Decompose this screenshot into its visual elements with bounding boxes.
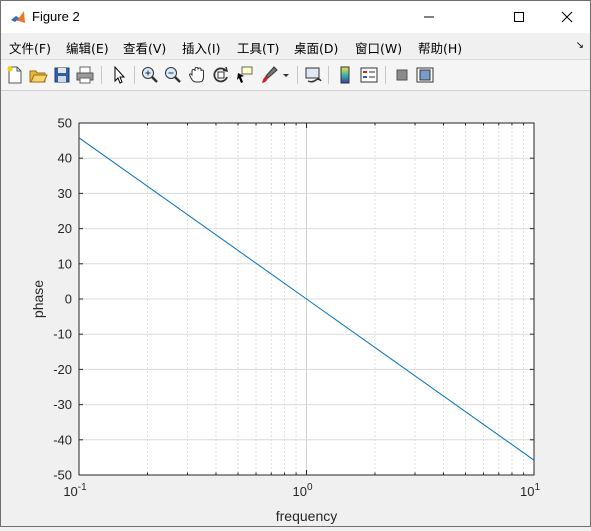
- toolbar-separator: [297, 66, 298, 84]
- maximize-button[interactable]: [496, 1, 542, 33]
- y-axis-label: phase: [30, 280, 46, 318]
- print-icon: [76, 66, 94, 84]
- y-tick-label: 40: [58, 151, 72, 166]
- edit-plot-icon: [114, 65, 126, 84]
- new-figure-icon: [7, 66, 22, 84]
- insert-colorbar-button[interactable]: [335, 65, 355, 85]
- window-title: Figure 2: [32, 9, 80, 24]
- save-button[interactable]: [52, 65, 72, 85]
- x-tick-base: 10: [520, 484, 534, 499]
- y-tick-label: 20: [58, 221, 72, 236]
- zoom-in-icon: [142, 67, 158, 83]
- menu-tools[interactable]: 工具(T): [237, 38, 279, 57]
- close-icon: [561, 11, 573, 23]
- x-tick-exponent: -1: [78, 482, 87, 493]
- maximize-icon: [514, 12, 524, 22]
- y-tick-label: -30: [53, 397, 72, 412]
- toolbar-separator: [134, 66, 135, 84]
- menu-bar: 文件(F) 编辑(E) 查看(V) 插入(I) 工具(T) 桌面(D) 窗口(W…: [1, 34, 590, 56]
- insert-legend-button[interactable]: [359, 65, 379, 85]
- menu-desktop[interactable]: 桌面(D): [294, 38, 338, 57]
- link-plot-button[interactable]: [303, 65, 323, 85]
- dock-arrow-icon[interactable]: ↘: [576, 40, 584, 51]
- print-button[interactable]: [75, 65, 95, 85]
- open-file-button[interactable]: [28, 65, 48, 85]
- figure-toolbar: [1, 59, 590, 91]
- y-tick-label: 10: [58, 256, 72, 271]
- y-tick-label: 50: [58, 116, 72, 131]
- y-tick-label: -10: [53, 327, 72, 342]
- data-cursor-button[interactable]: [235, 65, 255, 85]
- close-button[interactable]: [544, 1, 590, 33]
- brush-button[interactable]: [259, 65, 279, 85]
- insert-legend-icon: [360, 67, 378, 83]
- data-cursor-icon: [237, 66, 253, 83]
- menu-insert[interactable]: 插入(I): [182, 38, 220, 57]
- menu-help[interactable]: 帮助(H): [418, 38, 462, 57]
- minimize-icon: [424, 16, 434, 18]
- pan-icon: [188, 66, 204, 83]
- toolbar-separator: [385, 66, 386, 84]
- menu-view[interactable]: 查看(V): [123, 38, 166, 57]
- x-tick-base: 10: [63, 484, 77, 499]
- brush-icon: [262, 66, 278, 83]
- link-plot-icon: [305, 67, 322, 83]
- y-tick-label: -20: [53, 362, 72, 377]
- rotate-3d-button[interactable]: [211, 65, 231, 85]
- brush-dropdown-icon: [283, 74, 289, 77]
- rotate-3d-icon: [213, 66, 229, 83]
- y-tick-label: -40: [53, 432, 72, 447]
- save-icon: [54, 67, 70, 83]
- y-tick-label: -50: [53, 468, 72, 483]
- open-file-icon: [29, 70, 48, 83]
- menu-edit[interactable]: 编辑(E): [66, 38, 109, 57]
- insert-colorbar-icon: [340, 66, 350, 84]
- zoom-in-button[interactable]: [140, 65, 160, 85]
- x-tick-base: 10: [292, 484, 306, 499]
- menu-file[interactable]: 文件(F): [9, 38, 51, 57]
- menu-window[interactable]: 窗口(W): [355, 38, 402, 57]
- figure-canvas[interactable]: 50 40 30 20 10 0 -10 -20 -30 -40 -50 10-1 100 101 fre…: [1, 91, 590, 526]
- y-tick-label: 0: [65, 292, 72, 307]
- x-tick-exponent: 0: [307, 482, 313, 493]
- pan-button[interactable]: [187, 65, 207, 85]
- hide-plot-tools-button[interactable]: [392, 65, 412, 85]
- x-axis-label: frequency: [276, 508, 337, 524]
- title-bar[interactable]: Figure 2: [1, 1, 590, 33]
- zoom-out-icon: [165, 67, 181, 83]
- x-tick-exponent: 1: [534, 482, 540, 493]
- toolbar-separator: [101, 66, 102, 84]
- zoom-out-button[interactable]: [163, 65, 183, 85]
- x-tick-label: 100: [292, 482, 312, 499]
- hide-plot-tools-icon: [396, 69, 408, 81]
- edit-plot-button[interactable]: [109, 65, 129, 85]
- minimize-button[interactable]: [406, 1, 452, 33]
- x-tick-label: 10-1: [63, 482, 87, 499]
- brush-dropdown-button[interactable]: [281, 65, 291, 85]
- new-figure-button[interactable]: [5, 65, 25, 85]
- x-tick-label: 101: [520, 482, 540, 499]
- toolbar-separator: [328, 66, 329, 84]
- show-plot-tools-button[interactable]: [415, 65, 435, 85]
- show-plot-tools-icon: [416, 67, 434, 83]
- plot-svg[interactable]: 50403020100-10-20-30-40-5010-1 100 101 fre…: [1, 91, 590, 526]
- y-tick-label: 30: [58, 186, 72, 201]
- figure-window: Figure 2 文件(F) 编辑(E) 查看(V) 插入(I) 工具(T) 桌…: [0, 0, 591, 527]
- matlab-app-icon: [10, 9, 26, 25]
